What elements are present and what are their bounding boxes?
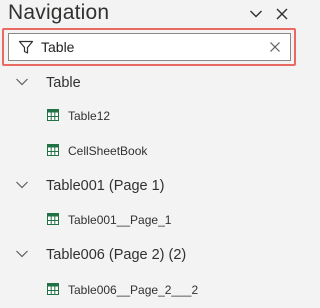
- tree-group-label: Table: [46, 75, 81, 91]
- tree-item-table006-page-2[interactable]: Table006__Page_2___2: [0, 273, 300, 307]
- chevron-down-icon[interactable]: [15, 180, 29, 190]
- tree-item-table001-page-1[interactable]: Table001__Page_1: [0, 203, 300, 237]
- pane-options-button[interactable]: [246, 4, 266, 24]
- tree-group-label: Table001 (Page 1): [46, 178, 165, 194]
- tree-group-table[interactable]: Table: [0, 66, 300, 100]
- tree-item-label: CellSheetBook: [68, 144, 148, 158]
- tree-group-label: Table006 (Page 2) (2): [46, 247, 187, 263]
- filter-icon: [13, 34, 39, 60]
- clear-icon: [270, 42, 280, 52]
- search-box[interactable]: [8, 33, 291, 61]
- close-pane-button[interactable]: [272, 4, 292, 24]
- tree-item-table12[interactable]: Table12: [0, 99, 300, 133]
- close-icon: [276, 8, 288, 20]
- tree-item-cellsheetbook[interactable]: CellSheetBook: [0, 134, 300, 168]
- chevron-down-icon: [250, 10, 262, 18]
- tree-group-table006[interactable]: Table006 (Page 2) (2): [0, 238, 300, 272]
- tree-item-label: Table12: [68, 109, 111, 123]
- table-icon: [47, 144, 59, 156]
- chevron-down-icon[interactable]: [15, 249, 29, 259]
- table-icon: [47, 109, 59, 121]
- search-input[interactable]: [39, 35, 262, 59]
- tree-group-table001[interactable]: Table001 (Page 1): [0, 169, 300, 203]
- tree-item-label: Table006__Page_2___2: [68, 283, 199, 297]
- tree-item-label: Table001__Page_1: [68, 213, 172, 227]
- table-icon: [47, 213, 59, 225]
- clear-search-button[interactable]: [262, 34, 288, 60]
- chevron-down-icon[interactable]: [15, 77, 29, 87]
- table-icon: [47, 283, 59, 295]
- pane-title: Navigation: [8, 1, 110, 24]
